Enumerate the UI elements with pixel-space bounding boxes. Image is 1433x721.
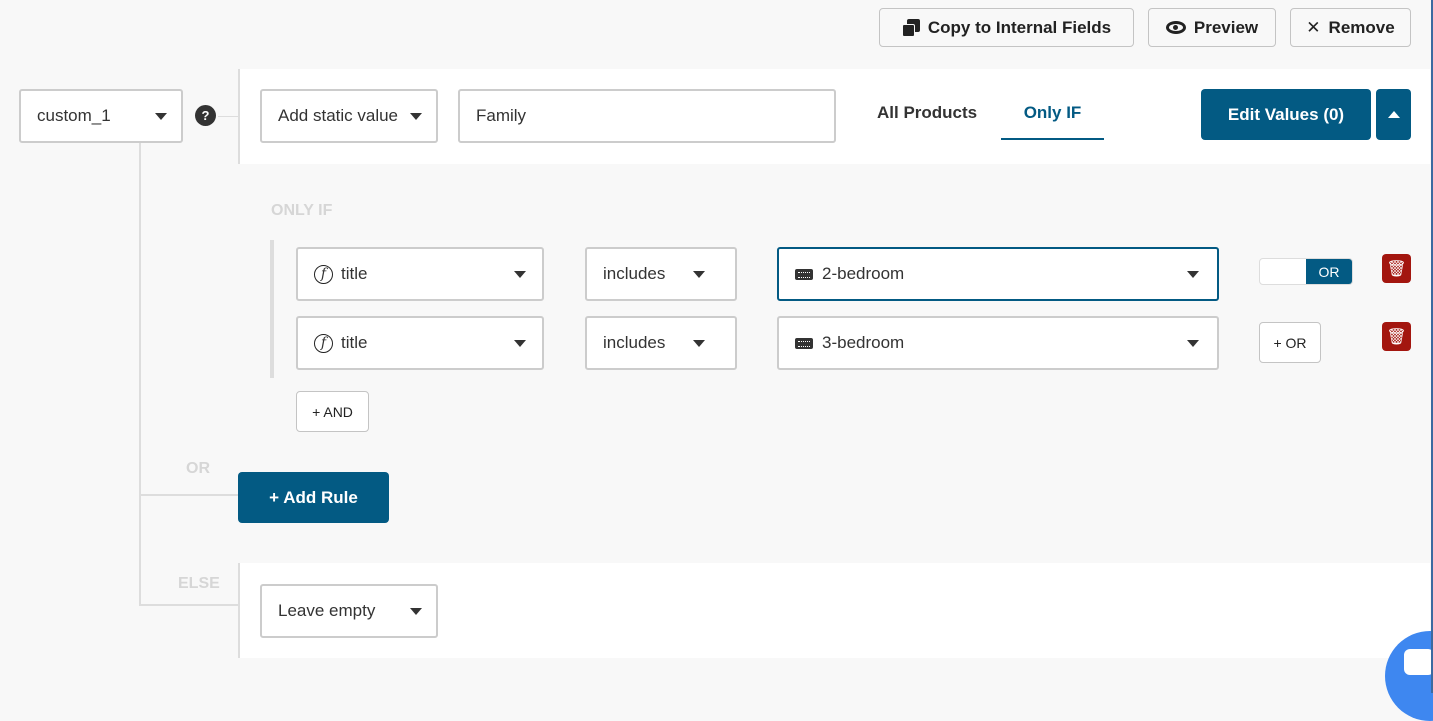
collapse-button[interactable] (1376, 89, 1411, 140)
edit-values-button[interactable]: Edit Values (0) (1201, 89, 1371, 140)
eye-icon (1165, 21, 1186, 34)
condition-field-select[interactable]: f title (296, 247, 544, 301)
chevron-down-icon (1187, 271, 1199, 278)
add-rule-button[interactable]: + Add Rule (238, 472, 389, 523)
chevron-down-icon (155, 113, 167, 120)
copy-icon (901, 18, 920, 37)
or-toggle-label: OR (1306, 259, 1352, 284)
else-label: ELSE (178, 575, 220, 592)
condition-operator-select[interactable]: includes (585, 316, 737, 370)
field-name: custom_1 (37, 106, 111, 125)
condition-group-bar (270, 240, 274, 378)
chevron-up-icon (1387, 111, 1400, 118)
condition-value-select[interactable]: 2-bedroom (777, 247, 1219, 301)
delete-condition-button[interactable]: 🗑 (1382, 254, 1411, 283)
static-value: Family (476, 106, 527, 125)
value-type: Add static value (278, 106, 399, 125)
trash-icon: 🗑 (1386, 328, 1407, 346)
tree-line (139, 494, 239, 496)
divider (238, 69, 240, 164)
chevron-down-icon (514, 271, 526, 278)
or-label: OR (186, 460, 210, 477)
help-icon[interactable]: ? (195, 105, 216, 126)
else-value-select[interactable]: Leave empty (260, 584, 438, 638)
condition-field: title (341, 333, 368, 352)
condition-field-select[interactable]: f title (296, 316, 544, 370)
divider (238, 563, 240, 658)
trash-icon: 🗑 (1386, 260, 1407, 278)
static-value-input[interactable]: Family (458, 89, 836, 143)
chevron-down-icon (410, 608, 422, 615)
add-and-button[interactable]: + AND (296, 391, 369, 432)
close-icon: ✕ (1306, 17, 1321, 37)
remove-button[interactable]: ✕ Remove (1290, 8, 1411, 47)
chevron-down-icon (1187, 340, 1199, 347)
keyboard-icon (795, 268, 813, 280)
preview-button[interactable]: Preview (1148, 8, 1276, 47)
function-icon: f (314, 333, 333, 353)
tree-line (218, 116, 238, 117)
tab-all-products[interactable]: All Products (877, 103, 977, 123)
condition-field: title (341, 264, 368, 283)
chevron-down-icon (693, 340, 705, 347)
only-if-label: ONLY IF (271, 202, 333, 219)
preview-label: Preview (1193, 17, 1259, 37)
tab-only-if[interactable]: Only IF (1001, 89, 1104, 140)
condition-value-select[interactable]: 3-bedroom (777, 316, 1219, 370)
condition-value: 2-bedroom (822, 264, 905, 283)
copy-to-internal-fields-button[interactable]: Copy to Internal Fields (879, 8, 1134, 47)
delete-condition-button[interactable]: 🗑 (1382, 322, 1411, 351)
or-toggle[interactable]: OR (1259, 258, 1353, 285)
condition-operator-select[interactable]: includes (585, 247, 737, 301)
keyboard-icon (795, 337, 813, 349)
chevron-down-icon (514, 340, 526, 347)
copy-label: Copy to Internal Fields (927, 17, 1112, 37)
chat-icon (1404, 649, 1433, 675)
condition-value: 3-bedroom (822, 333, 905, 352)
function-icon: f (314, 264, 333, 284)
remove-label: Remove (1328, 17, 1395, 37)
add-or-button[interactable]: + OR (1259, 322, 1321, 363)
condition-operator: includes (603, 333, 666, 352)
field-select[interactable]: custom_1 (19, 89, 183, 143)
value-type-select[interactable]: Add static value (260, 89, 438, 143)
tree-line (139, 142, 141, 606)
condition-operator: includes (603, 264, 666, 283)
else-value: Leave empty (278, 601, 376, 620)
tree-line (139, 604, 239, 606)
chevron-down-icon (693, 271, 705, 278)
chevron-down-icon (410, 113, 422, 120)
